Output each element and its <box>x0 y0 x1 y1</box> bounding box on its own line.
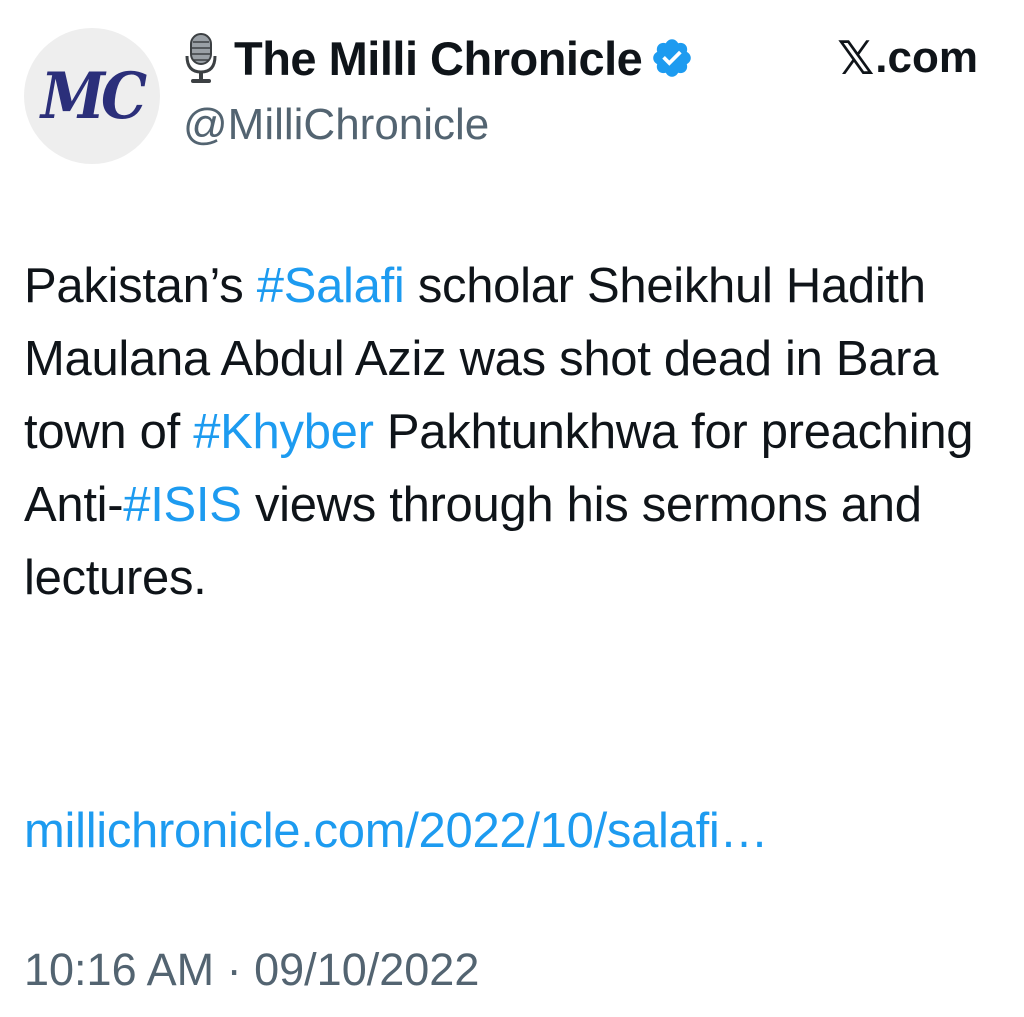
x-logo-icon: 𝕏 <box>837 32 875 84</box>
avatar[interactable]: MC <box>24 28 160 164</box>
hashtag-link[interactable]: #ISIS <box>123 478 242 532</box>
tweet-timestamp[interactable]: 10:16 AM · 09/10/2022 <box>24 933 479 1006</box>
author-name-row: The Milli Chronicle <box>182 30 694 86</box>
tweet-text: Pakistan’s #Salafi scholar Sheikhul Hadi… <box>24 250 994 615</box>
source-domain-text: .com <box>875 33 978 82</box>
avatar-logo-text: MC <box>40 58 147 134</box>
microphone-icon <box>182 32 220 84</box>
source-label: 𝕏 .com <box>837 30 978 86</box>
author-display-name[interactable]: The Milli Chronicle <box>234 31 643 86</box>
hashtag-link[interactable]: #Khyber <box>193 405 374 459</box>
author-handle[interactable]: @MilliChronicle <box>183 100 489 150</box>
article-link[interactable]: millichronicle.com/2022/10/salafi… <box>24 795 768 868</box>
verified-badge-icon[interactable] <box>650 36 694 80</box>
tweet-text-segment: Pakistan’s <box>24 259 257 313</box>
hashtag-link[interactable]: #Salafi <box>257 259 405 313</box>
